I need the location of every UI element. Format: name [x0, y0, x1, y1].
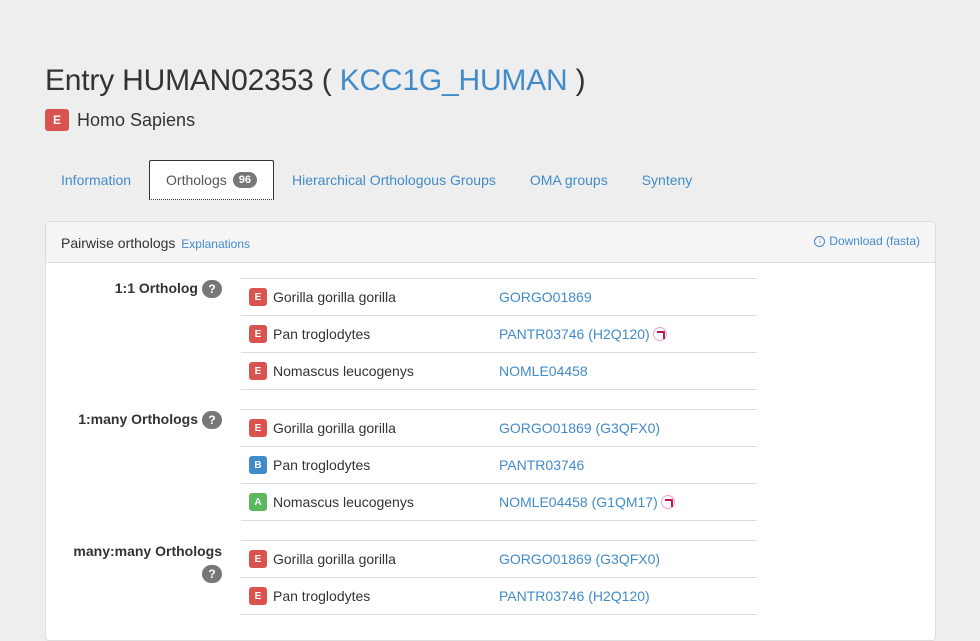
species-name: Gorilla gorilla gorilla: [273, 420, 396, 436]
kingdom-badge: B: [249, 456, 267, 474]
orthologs-table-1tomany: E Gorilla gorilla gorilla GORGO01869 (G3Q…: [241, 409, 757, 521]
table-row: E Nomascus leucogenys NOMLE04458: [241, 352, 757, 390]
species-name: Gorilla gorilla gorilla: [273, 289, 396, 305]
species-name: Pan troglodytes: [273, 326, 371, 342]
ortholog-link[interactable]: GORGO01869 (G3QFX0): [499, 420, 660, 436]
download-label: Download (fasta): [829, 234, 920, 248]
species-name: Pan troglodytes: [273, 588, 371, 604]
tab-hierarchical-orthologous-groups[interactable]: Hierarchical Orthologous Groups: [276, 160, 512, 200]
ortholog-link[interactable]: NOMLE04458: [499, 363, 588, 379]
group-title: 1:1 Ortholog: [114, 280, 198, 296]
orthologs-table-manytomany: E Gorilla gorilla gorilla GORGO01869 (G3Q…: [241, 540, 757, 615]
group-label-1tomany: 1:many Orthologs?: [46, 409, 222, 430]
download-fasta-link[interactable]: ↓ Download (fasta): [814, 234, 920, 248]
entry-protein-link[interactable]: KCC1G_HUMAN: [340, 64, 568, 97]
ortholog-link[interactable]: PANTR03746 (H2Q120): [499, 326, 650, 342]
group-title: many:many Orthologs: [73, 543, 222, 559]
tab-information[interactable]: Information: [45, 160, 147, 200]
panel-title-text: Pairwise orthologs: [61, 235, 176, 251]
help-icon[interactable]: ?: [202, 280, 222, 299]
group-label-manytomany: many:many Orthologs?: [46, 540, 222, 584]
tab-label: Hierarchical Orthologous Groups: [292, 172, 496, 188]
kingdom-badge: E: [249, 587, 267, 605]
tab-label: OMA groups: [529, 172, 608, 188]
table-row: E Gorilla gorilla gorilla GORGO01869 (G3Q…: [241, 409, 757, 447]
tab-label: Orthologs: [166, 172, 227, 188]
ortholog-link[interactable]: PANTR03746: [499, 457, 584, 473]
ortholog-link[interactable]: GORGO01869: [499, 289, 592, 305]
table-row: E Pan troglodytes PANTR03746 (H2Q120): [241, 315, 757, 353]
tab-label: Information: [61, 172, 132, 188]
help-icon[interactable]: ?: [202, 411, 222, 430]
crossref-icon[interactable]: [652, 327, 667, 342]
kingdom-badge: A: [249, 493, 267, 511]
tab-bar: Information Orthologs 96 Hierarchical Ort…: [45, 160, 710, 200]
species-name: Nomascus leucogenys: [273, 363, 414, 379]
entry-species: E Homo Sapiens: [45, 109, 195, 131]
page-title: Entry HUMAN02353 ( KCC1G_HUMAN ): [45, 64, 586, 98]
ortholog-link[interactable]: NOMLE04458 (G1QM17): [499, 494, 658, 510]
explanations-link[interactable]: Explanations: [181, 237, 250, 251]
ortholog-link[interactable]: PANTR03746 (H2Q120): [499, 588, 650, 604]
table-row: A Nomascus leucogenys NOMLE04458 (G1QM17): [241, 483, 757, 521]
orthologs-count-badge: 96: [232, 172, 257, 188]
crossref-icon[interactable]: [660, 495, 675, 510]
table-row: E Pan troglodytes PANTR03746 (H2Q120): [241, 577, 757, 615]
help-icon[interactable]: ?: [202, 565, 222, 584]
entry-title-suffix: ): [567, 64, 586, 97]
species-name: Gorilla gorilla gorilla: [273, 551, 396, 567]
kingdom-badge: E: [45, 109, 69, 131]
orthologs-table-1to1: E Gorilla gorilla gorilla GORGO01869 E Pan…: [241, 278, 757, 390]
species-name: Nomascus leucogenys: [273, 494, 414, 510]
kingdom-badge: E: [249, 550, 267, 568]
tab-oma-groups[interactable]: OMA groups: [514, 160, 624, 200]
tab-orthologs[interactable]: Orthologs 96: [149, 160, 274, 200]
ortholog-link[interactable]: GORGO01869 (G3QFX0): [499, 551, 660, 567]
kingdom-badge: E: [249, 419, 267, 437]
entry-title-prefix: Entry HUMAN02353 (: [45, 64, 340, 97]
pairwise-orthologs-panel: Pairwise orthologs Explanations ↓ Downlo…: [45, 221, 936, 641]
group-title: 1:many Orthologs: [78, 411, 198, 427]
species-name: Pan troglodytes: [273, 457, 371, 473]
tab-label: Synteny: [641, 172, 693, 188]
table-row: E Gorilla gorilla gorilla GORGO01869 (G3Q…: [241, 540, 757, 578]
group-label-1to1: 1:1 Ortholog?: [46, 278, 222, 299]
panel-title: Pairwise orthologs Explanations: [61, 235, 250, 251]
table-row: B Pan troglodytes PANTR03746: [241, 446, 757, 484]
table-row: E Gorilla gorilla gorilla GORGO01869: [241, 278, 757, 316]
download-icon: ↓: [814, 235, 826, 247]
kingdom-badge: E: [249, 288, 267, 306]
kingdom-badge: E: [249, 362, 267, 380]
tab-synteny[interactable]: Synteny: [626, 160, 709, 200]
panel-heading: Pairwise orthologs Explanations ↓ Downlo…: [46, 222, 935, 263]
species-name: Homo Sapiens: [77, 109, 196, 130]
kingdom-badge: E: [249, 325, 267, 343]
